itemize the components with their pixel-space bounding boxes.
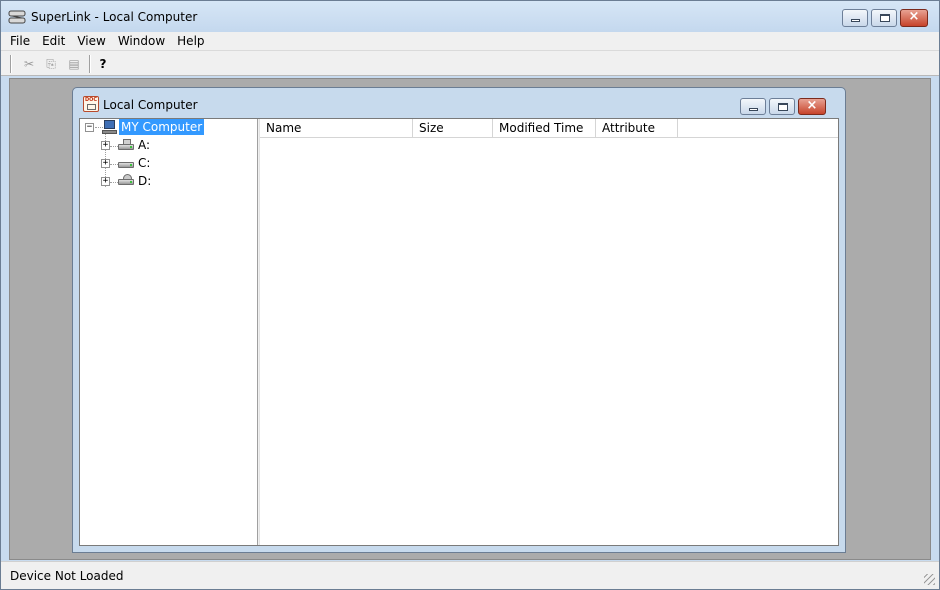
maximize-icon [778,103,788,111]
computer-icon [102,120,117,135]
tree-item-label: C: [138,156,151,170]
caption-buttons: × [839,9,928,27]
hard-drive-icon [118,157,134,169]
column-header-size[interactable]: Size [413,119,493,138]
tree-item-drive-d[interactable]: + D: [80,173,257,191]
copy-icon: ⎘ [46,57,56,71]
column-header-name[interactable]: Name [260,119,413,138]
cut-icon: ✂ [23,57,35,71]
child-maximize-button[interactable] [769,98,795,115]
status-bar: Device Not Loaded [1,561,939,589]
title-bar[interactable]: SuperLink - Local Computer × [1,1,939,32]
minimize-icon [851,19,860,22]
minimize-button[interactable] [842,9,868,27]
minimize-icon [749,108,758,111]
help-button[interactable]: ? [94,55,112,73]
list-header: Name Size Modified Time Attribute [260,119,838,138]
tree-item-drive-c[interactable]: + C: [80,155,257,173]
tree-item-drive-a[interactable]: + A: [80,137,257,155]
tree-item-label: A: [138,138,151,152]
folder-tree[interactable]: − MY Computer + A: + C: + D: [80,119,257,545]
column-header-modified-time[interactable]: Modified Time [493,119,596,138]
floppy-drive-icon [118,139,134,151]
mdi-workspace: DOC Local Computer × − MY Computer + A: … [9,78,931,560]
menu-view[interactable]: View [71,32,111,50]
child-close-button[interactable]: × [798,98,826,115]
menu-edit[interactable]: Edit [36,32,71,50]
maximize-button[interactable] [871,9,897,27]
close-icon: × [806,98,818,113]
expand-icon[interactable]: + [101,141,110,150]
child-minimize-button[interactable] [740,98,766,115]
menu-help[interactable]: Help [171,32,210,50]
tree-item-label: D: [138,174,152,188]
child-window-title: Local Computer [103,98,198,112]
menu-bar: File Edit View Window Help [1,32,939,50]
local-computer-window: DOC Local Computer × − MY Computer + A: … [72,87,846,553]
toolbar-separator [89,55,91,73]
resize-grip-icon[interactable] [924,574,935,585]
menu-window[interactable]: Window [112,32,171,50]
copy-button[interactable]: ⎘ [42,55,60,73]
paste-icon: ▤ [68,57,80,71]
window-title: SuperLink - Local Computer [31,10,198,24]
paste-button[interactable]: ▤ [65,55,83,73]
status-text: Device Not Loaded [10,569,124,583]
menu-file[interactable]: File [4,32,36,50]
document-icon: DOC [83,96,99,112]
child-client-area: − MY Computer + A: + C: + D: Name Size M… [79,118,839,546]
collapse-icon[interactable]: − [85,123,94,132]
cd-drive-icon [118,174,134,187]
expand-icon[interactable]: + [101,177,110,186]
tree-item-my-computer[interactable]: − MY Computer [80,119,257,137]
child-caption-buttons: × [737,98,826,115]
tree-item-label: MY Computer [119,119,205,135]
toolbar-grip[interactable] [10,55,12,73]
maximize-icon [880,14,890,22]
file-list[interactable]: Name Size Modified Time Attribute [260,119,838,545]
column-header-attribute[interactable]: Attribute [596,119,678,138]
help-icon: ? [99,57,107,71]
superlink-app-icon [8,10,26,24]
close-icon: × [908,9,920,24]
close-button[interactable]: × [900,9,928,27]
main-window: SuperLink - Local Computer × File Edit V… [0,0,940,590]
expand-icon[interactable]: + [101,159,110,168]
cut-button[interactable]: ✂ [20,55,38,73]
toolbar: ✂ ⎘ ▤ ? [1,50,939,76]
